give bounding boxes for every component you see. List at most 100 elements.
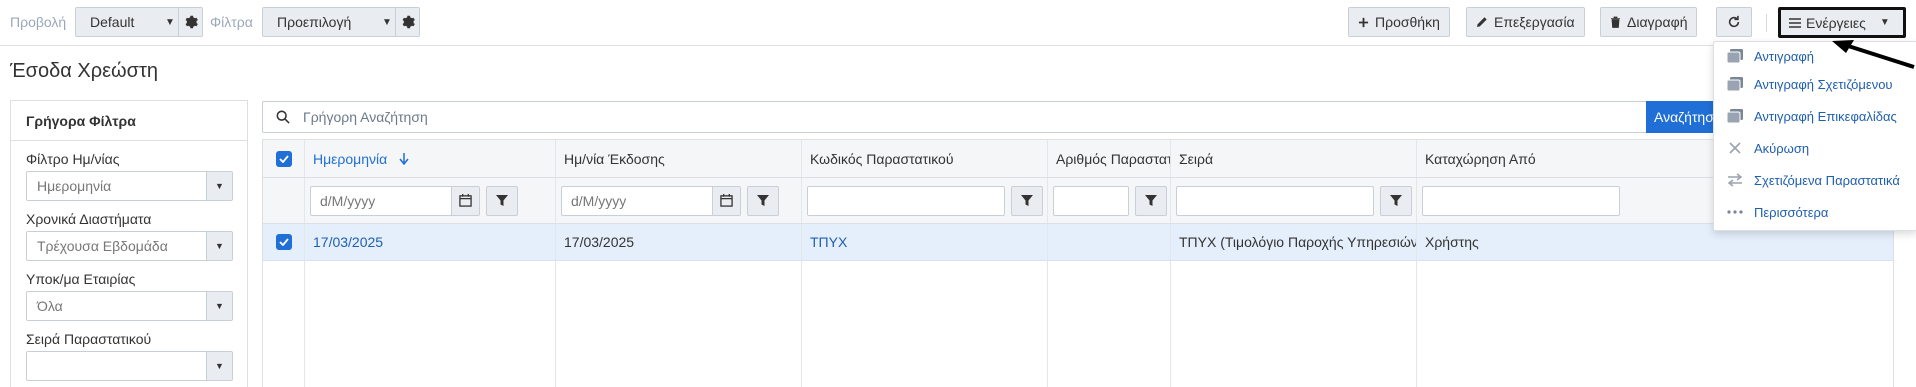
menu-icon: [1789, 17, 1801, 28]
quick-search-bar: [262, 101, 1667, 133]
checkbox-checked-icon: [275, 234, 292, 250]
view-settings-button[interactable]: [178, 8, 202, 36]
quick-search-input[interactable]: [303, 109, 1666, 125]
company-branch-label: Υποκ/μα Εταιρίας: [26, 271, 136, 287]
search-icon: [263, 110, 303, 124]
edit-button-label: Επεξεργασία: [1494, 14, 1575, 30]
chevron-down-icon: ▼: [206, 172, 232, 200]
add-button[interactable]: Προσθήκη: [1348, 7, 1450, 37]
close-icon: [1724, 142, 1746, 154]
add-button-label: Προσθήκη: [1375, 14, 1440, 30]
documents-grid: Ημερομηνία Ημ/νία Έκδοσης Κωδικός Παραστ…: [262, 139, 1894, 387]
menu-item-cancel[interactable]: Ακύρωση: [1714, 134, 1916, 162]
edit-button[interactable]: Επεξεργασία: [1466, 7, 1585, 37]
doc-series-label: Σειρά Παραστατικού: [26, 331, 152, 347]
cell-date-link[interactable]: 17/03/2025: [305, 224, 556, 260]
column-header-issue-date[interactable]: Ημ/νία Έκδοσης: [556, 140, 802, 177]
doc-number-filter-cell: [1048, 178, 1171, 223]
chevron-down-icon: ▼: [165, 16, 175, 28]
filter-label: Φίλτρα: [210, 14, 253, 30]
plus-icon: [1358, 17, 1369, 28]
date-filter-button[interactable]: [486, 185, 518, 216]
filter-icon: [1145, 194, 1157, 206]
time-range-label: Χρονικά Διαστήματα: [26, 211, 152, 227]
column-header-series[interactable]: Σειρά: [1171, 140, 1417, 177]
menu-item-copy-related[interactable]: Αντιγραφή Σχετιζόμενου: [1714, 70, 1916, 98]
series-filter-button[interactable]: [1380, 185, 1412, 216]
doc-code-filter-button[interactable]: [1011, 185, 1043, 216]
chevron-down-icon: ▼: [206, 232, 232, 260]
select-all-checkbox[interactable]: [263, 140, 305, 177]
grid-empty-area: [263, 261, 1893, 387]
trash-icon: [1610, 16, 1621, 28]
delete-button-label: Διαγραφή: [1627, 14, 1688, 30]
doc-code-filter-cell: [802, 178, 1048, 223]
filter-icon: [1021, 194, 1033, 206]
grid-header-row: Ημερομηνία Ημ/νία Έκδοσης Κωδικός Παραστ…: [263, 140, 1893, 178]
doc-series-select[interactable]: ▼: [26, 351, 233, 381]
empty-col: [1048, 261, 1171, 387]
chevron-down-icon: ▼: [206, 292, 232, 320]
filter-select[interactable]: Προεπιλογή ▼: [262, 7, 420, 37]
date-filter-placeholder: d/M/yyyy: [320, 192, 376, 209]
issue-date-filter-button[interactable]: [747, 185, 779, 216]
view-select-value: Default: [90, 14, 135, 30]
grid-filter-row: d/M/yyyy d/M/yyyy: [263, 178, 1893, 224]
issue-date-filter-input[interactable]: d/M/yyyy: [561, 185, 741, 216]
actions-button-label: Ενέργειες: [1806, 14, 1866, 31]
cell-issue-date: 17/03/2025: [556, 224, 802, 260]
issue-date-filter-cell: d/M/yyyy: [556, 178, 802, 223]
copy-icon: [1724, 48, 1746, 64]
annotation-arrow-icon: [1832, 40, 1915, 69]
row-checkbox[interactable]: [263, 224, 305, 260]
menu-item-related-docs-label: Σχετιζόμενα Παραστατικά: [1754, 172, 1900, 188]
empty-col: [305, 261, 556, 387]
copy-icon: [1724, 76, 1746, 92]
date-filter-input[interactable]: d/M/yyyy: [310, 185, 480, 216]
menu-item-cancel-label: Ακύρωση: [1754, 140, 1810, 156]
time-range-select[interactable]: Τρέχουσα Εβδομάδα ▼: [26, 231, 233, 261]
pencil-icon: [1476, 16, 1488, 28]
empty-col: [1171, 261, 1417, 387]
calendar-icon[interactable]: [451, 186, 479, 215]
column-header-doc-code[interactable]: Κωδικός Παραστατικού: [802, 140, 1048, 177]
filter-settings-button[interactable]: [395, 8, 419, 36]
cell-doc-code-link[interactable]: ΤΠΥΧ: [802, 224, 1048, 260]
column-header-date[interactable]: Ημερομηνία: [305, 140, 556, 177]
date-filter-value: Ημερομηνία: [37, 178, 112, 194]
column-header-doc-number[interactable]: Αριθμός Παραστατ...: [1048, 140, 1171, 177]
table-row[interactable]: 17/03/2025 17/03/2025 ΤΠΥΧ ΤΠΥΧ (Τιμολόγ…: [263, 224, 1893, 261]
actions-button[interactable]: Ενέργειες ▼: [1778, 7, 1906, 38]
doc-series-group: Σειρά Παραστατικού ▼: [26, 331, 247, 381]
menu-item-more[interactable]: Περισσότερα: [1714, 198, 1916, 226]
date-filter-select[interactable]: Ημερομηνία ▼: [26, 171, 233, 201]
series-filter-input[interactable]: [1176, 185, 1374, 216]
menu-item-copy-header[interactable]: Αντιγραφή Επικεφαλίδας: [1714, 102, 1916, 130]
refresh-button[interactable]: [1716, 7, 1752, 37]
doc-code-filter-input[interactable]: [807, 185, 1005, 216]
doc-number-filter-button[interactable]: [1135, 185, 1167, 216]
quick-filters-title: Γρήγορα Φίλτρα: [11, 101, 247, 141]
date-filter-cell: d/M/yyyy: [305, 178, 556, 223]
filter-icon: [757, 194, 769, 206]
menu-item-related-docs[interactable]: Σχετιζόμενα Παραστατικά: [1714, 166, 1916, 194]
filter-select-value: Προεπιλογή: [277, 14, 352, 30]
checkbox-checked-icon: [275, 150, 292, 167]
toolbar-divider: [1766, 14, 1767, 32]
column-header-date-label: Ημερομηνία: [313, 150, 388, 167]
calendar-icon[interactable]: [712, 186, 740, 215]
menu-item-copy-label: Αντιγραφή: [1754, 48, 1815, 64]
swap-icon: [1724, 173, 1746, 187]
delete-button[interactable]: Διαγραφή: [1600, 7, 1698, 37]
time-range-value: Τρέχουσα Εβδομάδα: [37, 238, 168, 254]
cell-series: ΤΠΥΧ (Τιμολόγιο Παροχής Υπηρεσιών Εσό...: [1171, 224, 1417, 260]
doc-number-filter-input[interactable]: [1053, 185, 1129, 216]
view-select[interactable]: Default ▼: [75, 7, 203, 37]
company-branch-select[interactable]: Όλα ▼: [26, 291, 233, 321]
created-by-filter-input[interactable]: [1422, 185, 1620, 216]
page-title: Έσοδα Χρεώστη: [10, 60, 159, 82]
empty-col: [802, 261, 1048, 387]
copy-icon: [1724, 108, 1746, 124]
gear-icon: [402, 15, 415, 29]
filter-icon: [1390, 194, 1402, 206]
